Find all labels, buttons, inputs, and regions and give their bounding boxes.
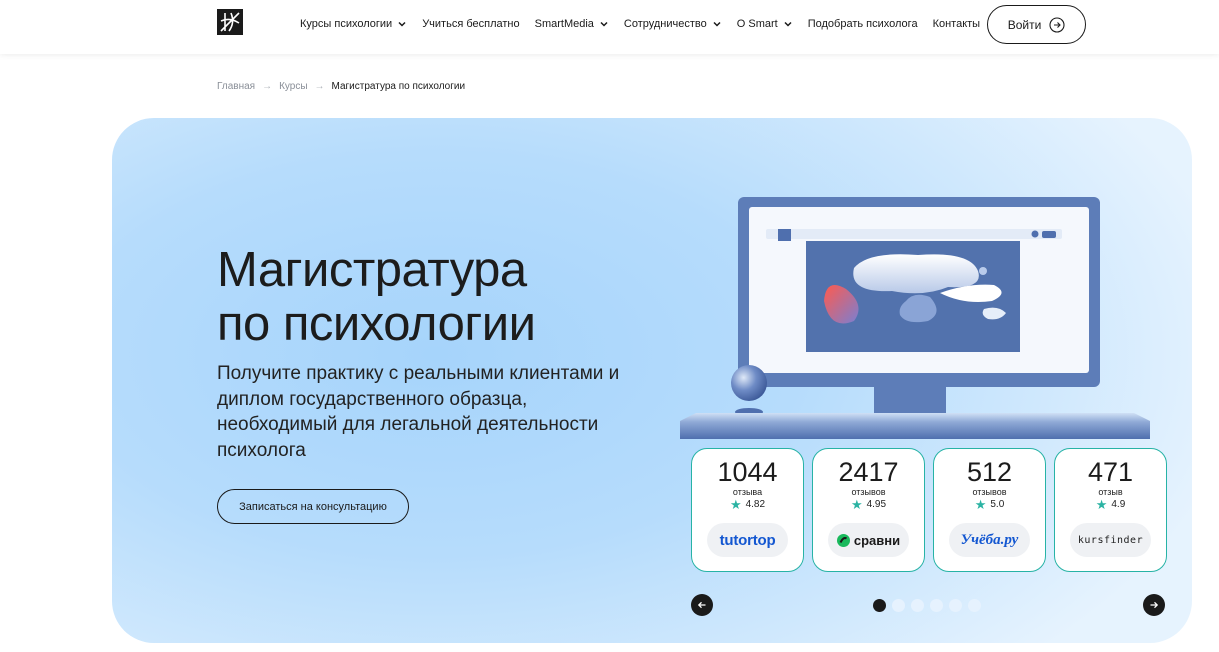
nav-item-about[interactable]: О Smart	[737, 18, 793, 30]
nav-item-label: SmartMedia	[534, 18, 594, 30]
platform-logo-text: tutortop	[719, 531, 776, 549]
title-line-1: Магистратура	[217, 243, 527, 297]
nav-item-smartmedia[interactable]: SmartMedia	[535, 18, 609, 30]
login-button[interactable]: Войти	[987, 5, 1086, 44]
breadcrumb-courses[interactable]: Курсы	[279, 81, 307, 92]
nav-item-label: Учиться бесплатно	[422, 18, 520, 30]
chevron-down-icon	[784, 21, 792, 27]
platform-logo-text: Учёба.ру	[960, 531, 1019, 548]
rating-score: ★ 4.9	[1055, 496, 1166, 512]
platform-logo-text: сравни	[853, 532, 901, 548]
nav-item-cooperation[interactable]: Сотрудничество	[624, 18, 722, 30]
rating-value: 4.82	[745, 499, 766, 510]
platform-badge[interactable]: tutortop	[707, 523, 788, 557]
rating-score: ★ 5.0	[934, 496, 1045, 512]
rating-card-kursfinder[interactable]: 471 отзыв ★ 4.9 kursfinder	[1054, 448, 1167, 572]
slider-dot[interactable]	[873, 599, 886, 612]
review-count: 512	[966, 457, 1013, 487]
platform-badge[interactable]: Учёба.ру	[949, 523, 1030, 557]
nav-item-label: Курсы психологии	[300, 18, 393, 30]
slider-dot[interactable]	[949, 599, 962, 612]
rating-score: ★ 4.95	[813, 496, 924, 512]
arrow-left-icon	[697, 601, 706, 609]
arrow-right-circle-icon	[1049, 16, 1065, 33]
breadcrumb: Главная → Курсы → Магистратура по психол…	[217, 81, 465, 92]
platform-logo-text: kursfinder	[1077, 534, 1144, 546]
platform-badge[interactable]: kursfinder	[1070, 523, 1151, 557]
slider-next-button[interactable]	[1143, 594, 1165, 616]
star-icon: ★	[974, 496, 987, 512]
hero-banner: Магистратура по психологии Получите прак…	[112, 118, 1192, 643]
review-label: отзыв	[1098, 487, 1123, 497]
nav-item-free-learning[interactable]: Учиться бесплатно	[422, 18, 519, 30]
consultation-button[interactable]: Записаться на консультацию	[217, 489, 409, 524]
main-nav: Курсы психологии Учиться бесплатно Smart…	[300, 0, 980, 48]
star-icon: ★	[850, 496, 863, 512]
star-icon: ★	[729, 496, 742, 512]
chevron-down-icon	[398, 21, 406, 27]
breadcrumb-current: Магистратура по психологии	[331, 81, 466, 92]
sravni-logo-icon	[836, 533, 850, 547]
review-label: отзывов	[972, 487, 1007, 497]
slider-prev-button[interactable]	[691, 594, 713, 616]
chevron-down-icon	[600, 21, 608, 27]
nav-item-label: Контакты	[932, 18, 981, 30]
review-label: отзывов	[851, 487, 886, 497]
breadcrumb-separator: →	[314, 81, 325, 92]
review-count: 1044	[717, 457, 778, 487]
nav-item-contacts[interactable]: Контакты	[933, 18, 981, 30]
logo-icon[interactable]	[217, 9, 243, 35]
review-count: 2417	[838, 457, 899, 487]
review-count: 471	[1087, 457, 1134, 487]
rating-cards: 1044 отзыва ★ 4.82 tutortop 2417 отзывов…	[691, 448, 1167, 572]
rating-value: 5.0	[990, 499, 1005, 510]
monitor-illustration	[680, 197, 1150, 439]
slider-dot[interactable]	[892, 599, 905, 612]
hero-subtitle: Получите практику с реальными клиентами …	[217, 363, 620, 461]
star-icon: ★	[1095, 496, 1108, 512]
rating-score: ★ 4.82	[692, 496, 803, 512]
slider-dot[interactable]	[968, 599, 981, 612]
rating-value: 4.95	[866, 499, 887, 510]
platform-badge[interactable]: сравни	[828, 523, 909, 557]
login-label: Войти	[1007, 17, 1042, 32]
breadcrumb-separator: →	[262, 81, 273, 92]
rating-card-sravni[interactable]: 2417 отзывов ★ 4.95 сравни	[812, 448, 925, 572]
site-header: Курсы психологии Учиться бесплатно Smart…	[0, 0, 1219, 54]
title-line-2: по психологии	[217, 297, 536, 351]
nav-item-label: О Smart	[736, 18, 778, 30]
page-title: Магистратура по психологии	[217, 243, 536, 351]
rating-card-ucheba[interactable]: 512 отзывов ★ 5.0 Учёба.ру	[933, 448, 1046, 572]
nav-item-label: Подобрать психолога	[807, 18, 918, 30]
nav-item-courses[interactable]: Курсы психологии	[300, 18, 407, 30]
review-label: отзыва	[732, 487, 763, 497]
chevron-down-icon	[713, 21, 721, 27]
slider-dot[interactable]	[930, 599, 943, 612]
nav-item-find-psychologist[interactable]: Подобрать психолога	[808, 18, 918, 30]
nav-item-label: Сотрудничество	[623, 18, 707, 30]
slider-dot[interactable]	[911, 599, 924, 612]
rating-value: 4.9	[1111, 499, 1126, 510]
arrow-right-icon	[1150, 601, 1159, 609]
rating-card-tutortop[interactable]: 1044 отзыва ★ 4.82 tutortop	[691, 448, 804, 572]
breadcrumb-home[interactable]: Главная	[217, 81, 255, 92]
slider-dots	[873, 599, 981, 612]
